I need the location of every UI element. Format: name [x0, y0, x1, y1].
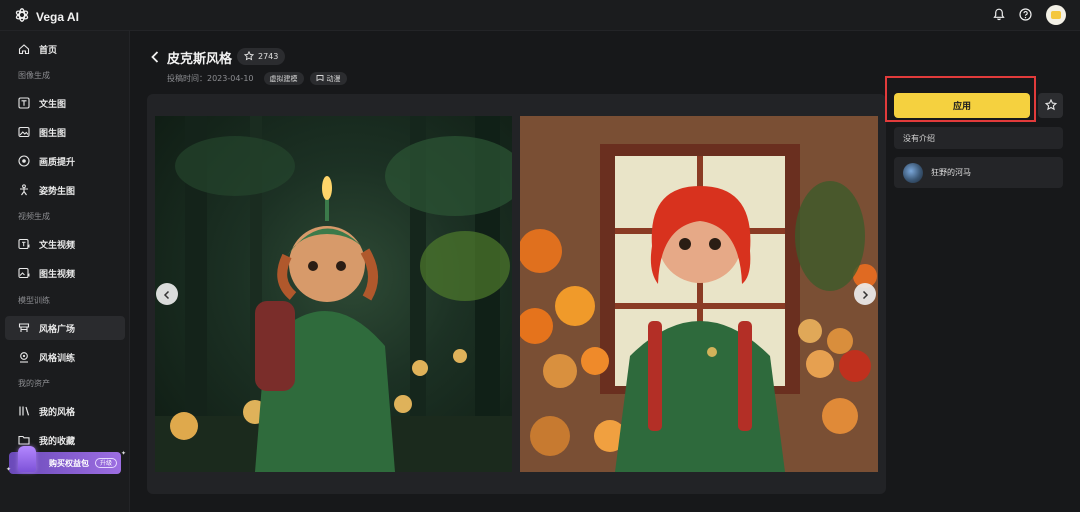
back-icon[interactable]	[150, 49, 160, 68]
image-icon	[18, 126, 30, 138]
enhance-icon	[18, 155, 30, 167]
section-video-gen: 视频生成	[18, 212, 50, 221]
author-avatar	[903, 162, 923, 183]
sidebar-item-label: 图生图	[39, 128, 67, 139]
chevron-left-icon	[163, 285, 171, 304]
image-video-icon	[18, 267, 30, 279]
sidebar-item-image-to-video[interactable]: 图生视频	[5, 261, 125, 285]
brand[interactable]: Vega AI	[14, 7, 79, 27]
folder-icon	[18, 434, 30, 446]
section-model-train: 模型训练	[18, 296, 50, 305]
preview-image-forest-girl[interactable]	[155, 116, 512, 472]
gift-box-icon	[18, 446, 36, 472]
sidebar-item-label: 文生视频	[39, 240, 76, 251]
text-video-icon	[18, 238, 30, 250]
style-plaza-icon	[18, 322, 30, 334]
app-name: Vega AI	[36, 10, 79, 24]
bell-icon[interactable]	[993, 6, 1005, 25]
home-icon	[18, 43, 30, 55]
meta-date: 2023-04-10	[207, 74, 254, 83]
sidebar-item-enhance[interactable]: 画质提升	[5, 149, 125, 173]
star-outline-icon	[1044, 96, 1057, 115]
sidebar-item-label: 风格训练	[39, 353, 76, 364]
intro-text: 没有介绍	[903, 133, 935, 143]
prev-image-button[interactable]	[156, 283, 178, 305]
preview-image-flower-girl[interactable]	[520, 116, 878, 472]
help-icon[interactable]	[1019, 6, 1032, 25]
tag-label: 动漫	[326, 74, 341, 83]
apply-button[interactable]: 应用	[894, 93, 1030, 118]
avatar-face-icon	[1051, 11, 1061, 19]
sidebar-item-style-plaza[interactable]: 风格广场	[5, 316, 125, 340]
sidebar-item-my-style[interactable]: 我的风格	[5, 399, 125, 423]
section-image-gen: 图像生成	[18, 71, 50, 80]
intro-box: 没有介绍	[894, 127, 1063, 149]
anime-icon	[316, 74, 324, 84]
favorite-button[interactable]	[1038, 93, 1063, 118]
star-count: 2743	[258, 52, 279, 61]
pose-icon	[18, 184, 30, 196]
sidebar-item-label: 我的风格	[39, 407, 76, 418]
next-image-button[interactable]	[854, 283, 876, 305]
sidebar-item-label: 风格广场	[39, 324, 76, 335]
tag-label: 虚拟建模	[269, 74, 298, 83]
meta-label: 投稿时间：	[167, 74, 207, 83]
promo-label: 购买权益包	[49, 458, 89, 468]
author-card[interactable]: 狂野的河马	[894, 157, 1063, 188]
meta-row: 投稿时间： 2023-04-10 虚拟建模 动漫	[167, 72, 347, 85]
sidebar-item-label: 画质提升	[39, 157, 76, 168]
star-icon	[243, 50, 255, 63]
section-my-assets: 我的资产	[18, 379, 50, 388]
sidebar-item-text-to-image[interactable]: 文生图	[5, 91, 125, 115]
star-count-badge[interactable]: 2743	[237, 48, 286, 65]
vega-logo-icon	[14, 7, 30, 27]
sidebar-item-label: 我的收藏	[39, 436, 76, 447]
sidebar-item-image-to-image[interactable]: 图生图	[5, 120, 125, 144]
sidebar-item-text-to-video[interactable]: 文生视频	[5, 232, 125, 256]
sidebar-item-label: 文生图	[39, 99, 67, 110]
user-avatar[interactable]	[1046, 5, 1066, 25]
upgrade-badge[interactable]: 升级	[95, 458, 118, 468]
sidebar-item-label: 图生视频	[39, 269, 76, 280]
tag-anime[interactable]: 动漫	[309, 72, 347, 85]
style-train-icon	[18, 351, 30, 363]
chevron-right-icon	[861, 285, 869, 304]
sidebar-item-home[interactable]: 首页	[5, 37, 125, 61]
sidebar: 首页 图像生成 文生图 图生图 画质提升 姿势生图 视频生成 文生视频 图生视频…	[0, 31, 130, 512]
sidebar-item-label: 首页	[39, 45, 58, 56]
promo-banner[interactable]: ✦ ✦ 购买权益包 升级	[6, 446, 126, 474]
sparkle-icon: ✦	[6, 466, 12, 473]
tag-virtual-modeling[interactable]: 虚拟建模	[263, 72, 304, 85]
author-name: 狂野的河马	[931, 168, 971, 177]
top-bar: Vega AI	[0, 0, 1080, 31]
sparkle-icon: ✦	[120, 450, 126, 457]
text-icon	[18, 97, 30, 109]
sidebar-item-pose[interactable]: 姿势生图	[5, 178, 125, 202]
page-title: 皮克斯风格	[167, 52, 233, 67]
sidebar-item-label: 姿势生图	[39, 186, 76, 197]
my-style-icon	[18, 405, 30, 417]
sidebar-item-style-train[interactable]: 风格训练	[5, 345, 125, 369]
